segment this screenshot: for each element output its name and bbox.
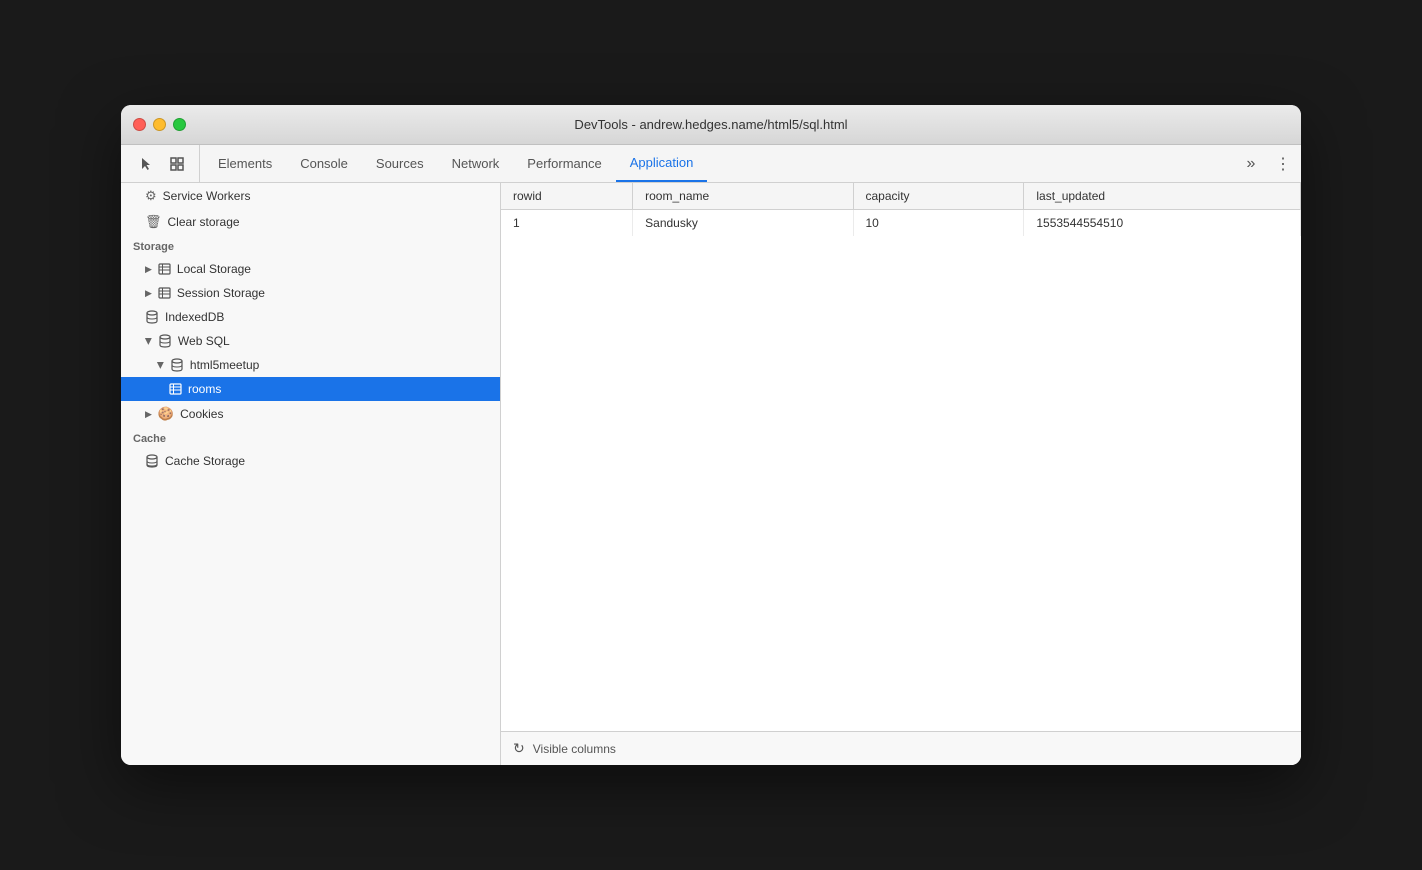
session-storage-label: Session Storage [177, 286, 265, 300]
rooms-table: rowid room_name capacity last_updated 1S… [501, 183, 1301, 236]
tabs-bar: Elements Console Sources Network Perform… [121, 145, 1301, 183]
col-capacity: capacity [853, 183, 1024, 210]
indexeddb-label: IndexedDB [165, 310, 224, 324]
tab-more-group: » ⋮ [1237, 150, 1297, 178]
tab-sources[interactable]: Sources [362, 145, 438, 182]
inspect-icon[interactable] [163, 150, 191, 178]
session-storage-triangle: ▶ [145, 288, 152, 299]
minimize-button[interactable] [153, 118, 166, 131]
main-content: ⚙ Service Workers 🗑 Clear storage Storag… [121, 183, 1301, 765]
sidebar-item-indexeddb[interactable]: IndexedDB [121, 305, 500, 329]
cache-storage-label: Cache Storage [165, 454, 245, 468]
tab-console[interactable]: Console [286, 145, 362, 182]
table-footer: ↻ Visible columns [501, 731, 1301, 765]
clear-storage-label: Clear storage [168, 215, 240, 229]
cell-rowid: 1 [501, 210, 633, 237]
sidebar-item-cookies[interactable]: ▶ 🍪 Cookies [121, 401, 500, 427]
cell-last_updated: 1553544554510 [1024, 210, 1301, 237]
tab-network[interactable]: Network [438, 145, 514, 182]
local-storage-icon [158, 263, 171, 275]
col-rowid: rowid [501, 183, 633, 210]
devtools-window: DevTools - andrew.hedges.name/html5/sql.… [121, 105, 1301, 765]
table-row: 1Sandusky101553544554510 [501, 210, 1301, 237]
tab-application[interactable]: Application [616, 145, 708, 182]
tab-icon-group [125, 145, 200, 182]
sidebar-item-html5meetup[interactable]: ▶ html5meetup [121, 353, 500, 377]
sidebar-item-service-workers[interactable]: ⚙ Service Workers [121, 183, 500, 209]
cursor-icon[interactable] [133, 150, 161, 178]
tab-performance[interactable]: Performance [513, 145, 615, 182]
traffic-lights [133, 118, 186, 131]
tab-elements[interactable]: Elements [204, 145, 286, 182]
col-last-updated: last_updated [1024, 183, 1301, 210]
window-title: DevTools - andrew.hedges.name/html5/sql.… [574, 117, 847, 132]
html5meetup-label: html5meetup [190, 358, 259, 372]
sidebar-item-clear-storage[interactable]: 🗑 Clear storage [121, 209, 500, 235]
titlebar: DevTools - andrew.hedges.name/html5/sql.… [121, 105, 1301, 145]
main-panel: rowid room_name capacity last_updated 1S… [501, 183, 1301, 765]
local-storage-label: Local Storage [177, 262, 251, 276]
sidebar-item-rooms[interactable]: rooms [121, 377, 500, 401]
rooms-label: rooms [188, 382, 221, 396]
cookies-icon: 🍪 [158, 406, 174, 422]
service-workers-label: Service Workers [163, 189, 251, 203]
storage-section-header: Storage [121, 235, 500, 257]
sidebar-item-local-storage[interactable]: ▶ Local Storage [121, 257, 500, 281]
sidebar: ⚙ Service Workers 🗑 Clear storage Storag… [121, 183, 501, 765]
devtools-menu-button[interactable]: ⋮ [1269, 150, 1297, 178]
more-tabs-button[interactable]: » [1237, 150, 1265, 178]
data-table: rowid room_name capacity last_updated 1S… [501, 183, 1301, 731]
local-storage-triangle: ▶ [145, 264, 152, 275]
clear-storage-icon: 🗑 [145, 214, 162, 230]
service-workers-icon: ⚙ [145, 188, 157, 204]
cache-section-header: Cache [121, 427, 500, 449]
web-sql-triangle: ▶ [143, 338, 154, 345]
sidebar-item-cache-storage[interactable]: Cache Storage [121, 449, 500, 473]
session-storage-icon [158, 287, 171, 299]
fullscreen-button[interactable] [173, 118, 186, 131]
sidebar-item-session-storage[interactable]: ▶ Session Storage [121, 281, 500, 305]
indexeddb-icon [145, 310, 159, 324]
cell-room_name: Sandusky [633, 210, 853, 237]
col-room-name: room_name [633, 183, 853, 210]
devtools-body: Elements Console Sources Network Perform… [121, 145, 1301, 765]
web-sql-icon [158, 334, 172, 348]
web-sql-label: Web SQL [178, 334, 230, 348]
html5meetup-icon [170, 358, 184, 372]
visible-columns-label: Visible columns [533, 742, 616, 756]
cookies-triangle: ▶ [145, 409, 152, 420]
sidebar-item-web-sql[interactable]: ▶ Web SQL [121, 329, 500, 353]
cache-storage-icon [145, 454, 159, 468]
html5meetup-triangle: ▶ [155, 362, 166, 369]
rooms-icon [169, 383, 182, 395]
refresh-button[interactable]: ↻ [513, 740, 525, 757]
cell-capacity: 10 [853, 210, 1024, 237]
cookies-label: Cookies [180, 407, 223, 421]
close-button[interactable] [133, 118, 146, 131]
